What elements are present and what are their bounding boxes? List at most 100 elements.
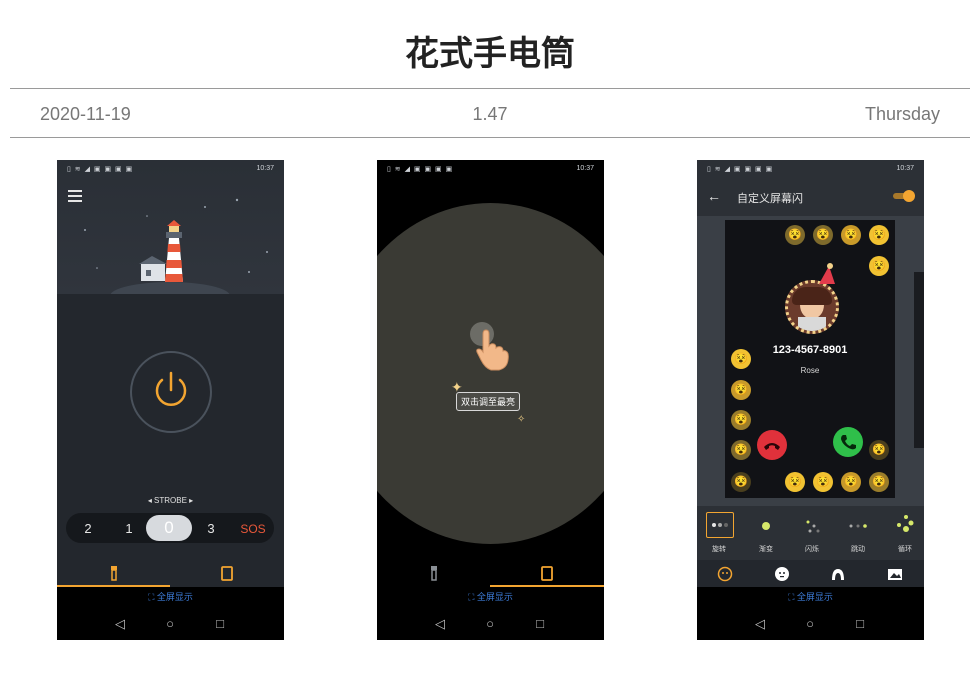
next-preview-edge (914, 272, 924, 448)
level-option[interactable]: 2 (81, 521, 95, 536)
sparkle-icon: ✧ (517, 414, 526, 425)
emoji-icon: 😵 (869, 472, 889, 492)
status-bar: ▯ ≋ ◢ ▣ ▣ ▣ ▣ 10:37 (697, 160, 924, 178)
effect-label[interactable]: 跳动 (842, 544, 874, 554)
system-nav-bar: ◁ ○ □ (697, 608, 924, 640)
effect-label[interactable]: 循环 (889, 544, 921, 554)
screenshot-screen-light: ▯ ≋ ◢ ▣ ▣ ▣ ▣ 10:37 ✦ ✧ 双击调至最亮 ⛶ 全屏显示 ◁ … (377, 160, 604, 640)
effect-flash-icon[interactable] (799, 516, 825, 536)
status-time: 10:37 (256, 165, 274, 172)
fullscreen-label: 全屏显示 (156, 592, 193, 602)
level-option-selected[interactable]: 0 (162, 518, 176, 538)
back-icon[interactable]: ◁ (112, 616, 128, 632)
emoji-icon: 😵 (869, 256, 889, 276)
emoji-icon: 😵 (731, 380, 751, 400)
flashlight-tab-icon[interactable] (424, 565, 444, 581)
emoji-icon: 😵 (731, 349, 751, 369)
face-icon[interactable] (774, 566, 790, 582)
decline-call-icon (757, 430, 787, 460)
caller-name: Rose (800, 366, 820, 375)
system-nav-bar: ◁ ○ □ (57, 608, 284, 640)
effect-rotate-selected[interactable] (706, 512, 734, 538)
status-icons: ▯ ≋ ◢ ▣ ▣ ▣ ▣ (67, 166, 134, 173)
emoji-icon: 😵 (869, 440, 889, 460)
accept-call-icon (833, 427, 863, 457)
screen-title: 自定义屏幕闪 (737, 193, 803, 205)
party-hat-icon (819, 263, 835, 284)
recents-icon[interactable]: □ (852, 616, 868, 632)
emoji-icon: 😵 (785, 472, 805, 492)
emoji-icon: 😵 (813, 225, 833, 245)
expand-icon: ⛶ (148, 592, 157, 602)
home-icon[interactable]: ○ (162, 616, 178, 632)
screenshot-flashlight: ▯ ≋ ◢ ▣ ▣ ▣ ▣ 10:37 ◂ STROBE ▸ 2 1 0 3 S… (57, 160, 284, 640)
night-sky-banner (57, 160, 284, 294)
tab-bar (377, 555, 604, 587)
screen-light-tab-icon[interactable] (537, 565, 557, 581)
fullscreen-link[interactable]: ⛶ 全屏显示 (57, 587, 284, 608)
avatar (785, 280, 839, 334)
fullscreen-link[interactable]: ⛶ 全屏显示 (377, 587, 604, 608)
effect-loop-icon[interactable] (892, 512, 918, 536)
emoji-icon: 😵 (785, 225, 805, 245)
fullscreen-label: 全屏显示 (796, 592, 833, 602)
emoji-icon: 😵 (731, 410, 751, 430)
menu-icon[interactable] (68, 190, 82, 202)
level-selector[interactable]: 2 1 0 3 SOS (66, 513, 274, 543)
fullscreen-link[interactable]: ⛶ 全屏显示 (697, 587, 924, 608)
light-area[interactable] (377, 203, 604, 544)
status-icons: ▯ ≋ ◢ ▣ ▣ ▣ ▣ (707, 166, 774, 173)
effect-jump-icon[interactable] (845, 516, 871, 536)
image-icon[interactable] (887, 566, 903, 582)
sos-option[interactable]: SOS (238, 522, 268, 536)
emoji-pack-icon[interactable] (717, 566, 733, 582)
power-button[interactable] (130, 351, 212, 433)
status-icons: ▯ ≋ ◢ ▣ ▣ ▣ ▣ (387, 166, 454, 173)
effect-gradient-icon[interactable] (753, 516, 779, 536)
fullscreen-label: 全屏显示 (476, 592, 513, 602)
toggle-switch[interactable] (893, 190, 915, 202)
emoji-icon: 😵 (731, 472, 751, 492)
double-tap-hint: 双击调至最亮 (456, 392, 521, 411)
weekday-label: Thursday (864, 104, 940, 124)
level-option[interactable]: 3 (204, 521, 218, 536)
caller-number: 123-4567-8901 (772, 344, 848, 356)
emoji-icon: 😵 (813, 472, 833, 492)
tab-bar (57, 555, 284, 587)
status-bar: ▯ ≋ ◢ ▣ ▣ ▣ ▣ 10:37 (57, 160, 284, 178)
expand-icon: ⛶ (788, 592, 797, 602)
recents-icon[interactable]: □ (212, 616, 228, 632)
status-time: 10:37 (896, 165, 914, 172)
screen-light-tab-icon[interactable] (217, 565, 237, 581)
back-icon[interactable]: ◁ (752, 616, 768, 632)
page-title: 花式手电筒 (405, 34, 575, 74)
version-label: 1.47 (472, 104, 508, 124)
emoji-icon: 😵 (731, 440, 751, 460)
lighthouse-illustration (84, 198, 268, 294)
emoji-icon: 😵 (841, 225, 861, 245)
home-icon[interactable]: ○ (802, 616, 818, 632)
level-option[interactable]: 1 (122, 521, 136, 536)
emoji-icon: 😵 (869, 225, 889, 245)
status-time: 10:37 (576, 165, 594, 172)
effect-label[interactable]: 渐变 (750, 544, 782, 554)
back-icon[interactable]: ◁ (432, 616, 448, 632)
effect-label[interactable]: 闪烁 (796, 544, 828, 554)
hand-pointer-icon (476, 329, 509, 371)
expand-icon: ⛶ (468, 592, 477, 602)
divider (10, 137, 970, 138)
effects-bar: 旋转 渐变 闪烁 跳动 循环 (697, 506, 924, 560)
flashlight-tab-icon[interactable] (104, 565, 124, 581)
avatar-icon[interactable] (830, 566, 846, 582)
emoji-icon: 😵 (841, 472, 861, 492)
back-arrow-icon[interactable]: ← (707, 188, 721, 204)
home-icon[interactable]: ○ (482, 616, 498, 632)
status-bar: ▯ ≋ ◢ ▣ ▣ ▣ ▣ 10:37 (377, 160, 604, 178)
mode-label[interactable]: ◂ STROBE ▸ (57, 496, 284, 505)
system-nav-bar: ◁ ○ □ (377, 608, 604, 640)
call-preview-screen: 😵 😵 😵 😵 😵 123-4567-8901 Rose 😵 😵 😵 😵 😵 😵… (725, 220, 895, 498)
effect-label[interactable]: 旋转 (703, 544, 735, 554)
power-icon (155, 371, 187, 406)
content-type-tabs (697, 560, 924, 587)
recents-icon[interactable]: □ (532, 616, 548, 632)
